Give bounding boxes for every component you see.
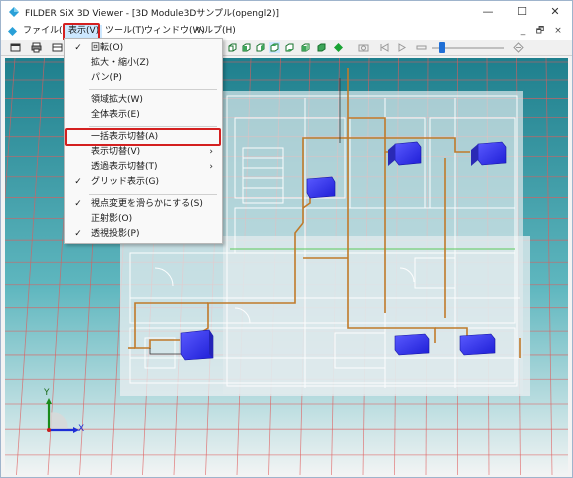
- menu-help[interactable]: ヘルプ(H): [192, 25, 239, 38]
- slider-minus-icon[interactable]: [416, 42, 427, 53]
- menu-item-orthographic[interactable]: 正射影(O): [65, 212, 222, 227]
- menu-item-transparency-toggle[interactable]: 透過表示切替(T) ›: [65, 160, 222, 175]
- view-top-icon[interactable]: [284, 42, 295, 53]
- checkmark-icon: ✓: [74, 199, 82, 209]
- checkmark-icon: ✓: [74, 43, 82, 53]
- zoom-icon[interactable]: [513, 42, 524, 53]
- app-doc-icon: [8, 27, 17, 36]
- indoor-unit[interactable]: [306, 176, 336, 199]
- menu-item-fit-all[interactable]: 全体表示(E): [65, 108, 222, 123]
- app-logo-icon: [9, 7, 19, 17]
- indoor-unit[interactable]: [459, 333, 496, 356]
- view-left-icon[interactable]: [255, 42, 266, 53]
- view-front-icon[interactable]: [227, 42, 238, 53]
- menu-item-grid-display[interactable]: ✓ グリッド表示(G): [65, 175, 222, 190]
- window-icon[interactable]: [10, 42, 21, 53]
- view-right-icon[interactable]: [269, 42, 280, 53]
- indoor-unit[interactable]: [394, 333, 430, 356]
- menu-item-display-toggle[interactable]: 表示切替(V) ›: [65, 145, 222, 160]
- checkmark-icon: ✓: [74, 229, 82, 239]
- menu-separator: [89, 89, 217, 90]
- mdi-restore-button[interactable]: 🗗: [534, 25, 546, 38]
- green-diamond-icon[interactable]: [333, 42, 344, 53]
- close-button[interactable]: ✕: [538, 1, 572, 23]
- menu-item-pan[interactable]: パン(P): [65, 71, 222, 86]
- menu-item-smooth-view-change[interactable]: ✓ 視点変更を滑らかにする(S): [65, 197, 222, 212]
- open-icon[interactable]: [52, 42, 63, 53]
- view-menu-dropdown: ✓ 回転(O) 拡大・縮小(Z) パン(P) 領域拡大(W) 全体表示(E) 一…: [64, 38, 223, 244]
- camera-icon[interactable]: [358, 42, 369, 53]
- view-back-icon[interactable]: [241, 42, 252, 53]
- chevron-right-icon: ›: [209, 162, 213, 172]
- maximize-button[interactable]: ☐: [505, 1, 539, 23]
- menu-separator: [89, 126, 217, 127]
- menu-item-zoom[interactable]: 拡大・縮小(Z): [65, 56, 222, 71]
- menu-item-rotate[interactable]: ✓ 回転(O): [65, 41, 222, 56]
- mdi-close-button[interactable]: ×: [552, 25, 564, 38]
- menu-item-toggle-all-display[interactable]: 一括表示切替(A): [65, 130, 222, 145]
- minimize-button[interactable]: —: [471, 1, 505, 23]
- print-icon[interactable]: [31, 42, 42, 53]
- view-bottom-icon[interactable]: [300, 42, 311, 53]
- mdi-minimize-button[interactable]: _: [517, 25, 529, 38]
- view-iso-icon[interactable]: [316, 42, 327, 53]
- x-axis-label: X: [78, 424, 85, 434]
- menu-item-perspective[interactable]: ✓ 透視投影(P): [65, 227, 222, 242]
- play-icon[interactable]: [396, 42, 407, 53]
- first-frame-icon[interactable]: [379, 42, 390, 53]
- checkmark-icon: ✓: [74, 177, 82, 187]
- y-axis-label: Y: [44, 388, 50, 398]
- app-window: FILDER SiX 3D Viewer - [3D Module3Dサンプル(…: [0, 0, 573, 478]
- menu-view[interactable]: 表示(V): [65, 25, 103, 38]
- speed-slider-thumb[interactable]: [439, 42, 445, 53]
- menu-item-zoom-area[interactable]: 領域拡大(W): [65, 93, 222, 108]
- menu-separator: [89, 194, 217, 195]
- chevron-right-icon: ›: [209, 147, 213, 157]
- window-title: FILDER SiX 3D Viewer - [3D Module3Dサンプル(…: [25, 9, 279, 19]
- title-bar: FILDER SiX 3D Viewer - [3D Module3Dサンプル(…: [1, 1, 572, 23]
- indoor-unit[interactable]: [180, 329, 214, 361]
